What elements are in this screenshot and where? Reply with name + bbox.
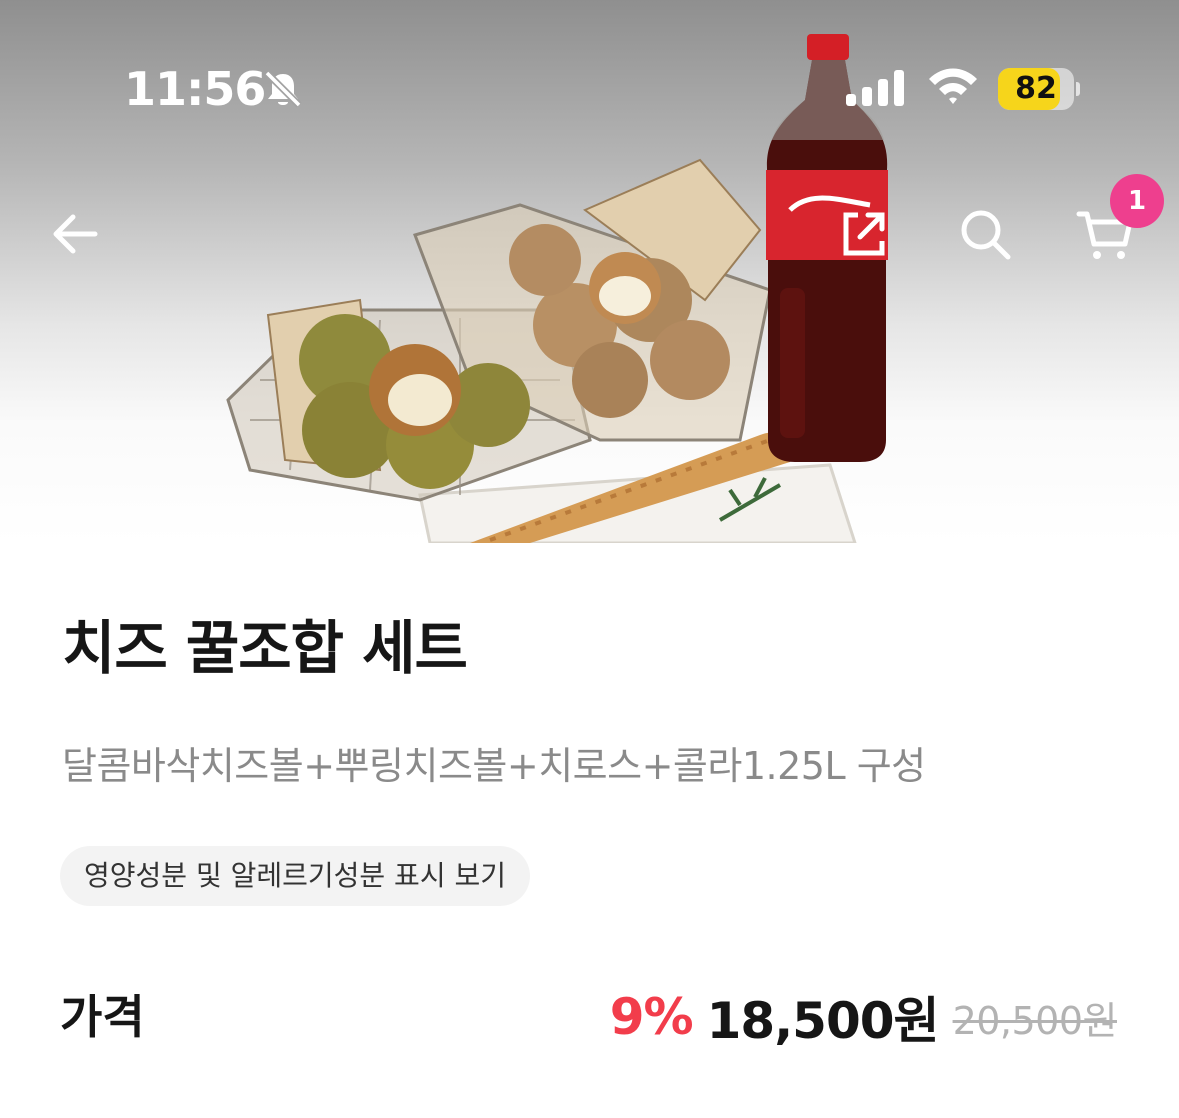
discount-rate: 9% bbox=[609, 988, 694, 1046]
arrow-left-icon bbox=[53, 214, 98, 254]
search-icon bbox=[961, 210, 1011, 260]
product-title: 치즈 꿀조합 세트 bbox=[62, 614, 468, 682]
battery-icon: 82 bbox=[998, 68, 1080, 110]
wifi-icon bbox=[929, 68, 977, 104]
cart-count-badge: 1 bbox=[1110, 174, 1164, 228]
product-description: 달콤바삭치즈볼+뿌링치즈볼+치로스+콜라1.25L 구성 bbox=[62, 744, 926, 788]
battery-level: 82 bbox=[1015, 71, 1057, 106]
status-time: 11:56 bbox=[124, 62, 266, 116]
search-button[interactable] bbox=[952, 201, 1018, 267]
back-button[interactable] bbox=[42, 201, 108, 267]
original-price: 20,500원 bbox=[952, 998, 1118, 1043]
price-row: 9% 18,500원 20,500원 bbox=[609, 986, 1118, 1050]
cellular-signal-icon bbox=[846, 70, 904, 106]
bell-slash-icon bbox=[264, 70, 302, 108]
share-icon bbox=[843, 212, 885, 256]
sale-price: 18,500원 bbox=[706, 992, 940, 1050]
share-button[interactable] bbox=[830, 201, 896, 267]
nutrition-allergy-button[interactable]: 영양성분 및 알레르기성분 표시 보기 bbox=[60, 846, 531, 906]
price-label: 가격 bbox=[60, 990, 145, 1044]
